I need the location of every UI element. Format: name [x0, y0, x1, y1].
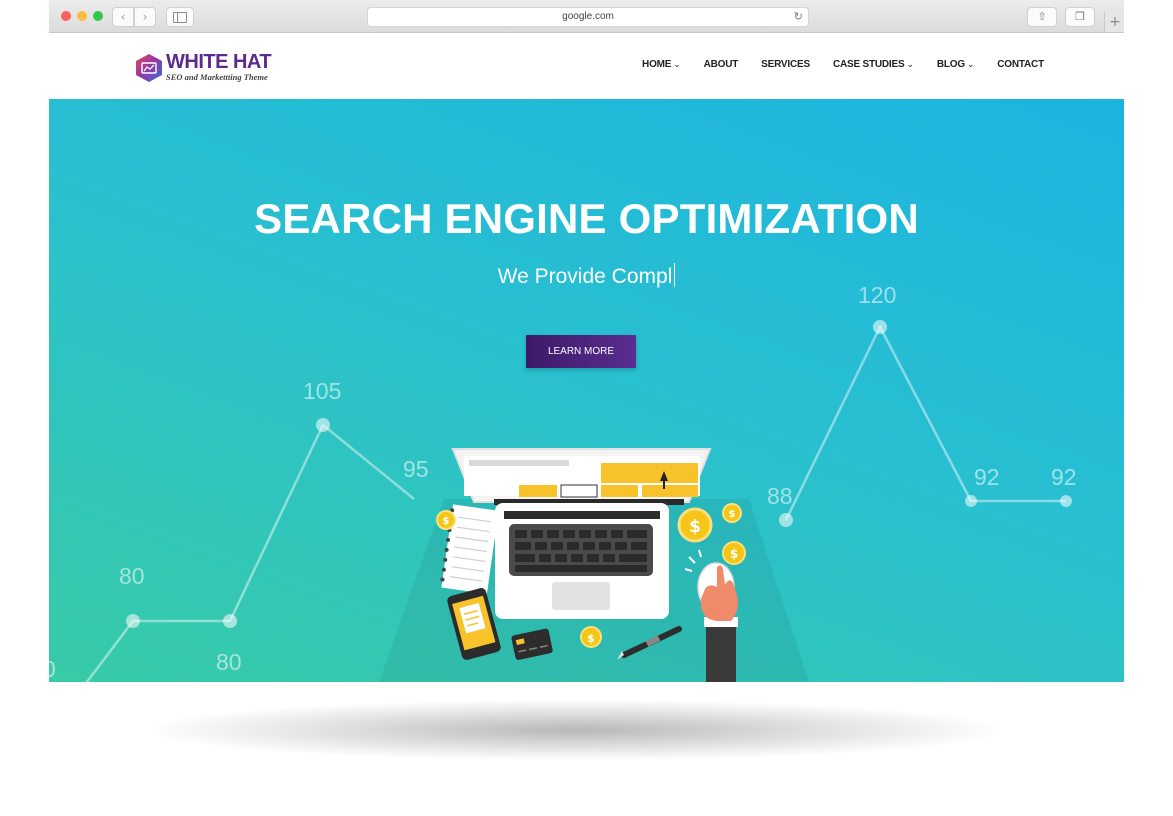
menu-item-contact[interactable]: CONTACT	[997, 59, 1044, 70]
chevron-down-icon: ⌄	[966, 59, 975, 69]
svg-text:$: $	[587, 632, 595, 645]
forward-button[interactable]: ›	[134, 7, 156, 27]
menu-item-case-studies[interactable]: CASE STUDIES ⌄	[833, 59, 914, 70]
chevron-left-icon: ‹	[120, 10, 126, 24]
chevron-down-icon: ⌄	[906, 59, 914, 69]
new-tab-button[interactable]: +	[1104, 12, 1124, 32]
menu-item-label: HOME	[642, 59, 672, 70]
share-icon: ⇧	[1037, 10, 1047, 23]
menu-item-about[interactable]: ABOUT	[704, 59, 739, 70]
address-bar[interactable]: google.com ↻	[367, 7, 809, 27]
chevron-down-icon: ⌄	[673, 59, 681, 69]
menu-item-label: CASE STUDIES	[832, 59, 905, 70]
laptop-screen	[451, 448, 712, 505]
menu-item-blog[interactable]: BLOG ⌄	[936, 59, 975, 70]
menu-item-label: CONTACT	[997, 59, 1044, 70]
svg-text:$: $	[443, 516, 450, 527]
site-header: WHITE HAT SEO and Markettting Theme HOME…	[49, 33, 1124, 99]
browser-toolbar: ‹ › google.com ↻ ⇧ ❐ +	[49, 0, 1124, 33]
laptop-illustration: $ $ $ $ $	[379, 448, 809, 682]
logo-subtitle: SEO and Markettting Theme	[166, 72, 268, 82]
svg-text:$: $	[689, 517, 701, 537]
svg-text:$: $	[730, 547, 738, 561]
url-text: google.com	[562, 11, 614, 22]
main-menu: HOME ⌄ ABOUT SERVICES CASE STUDIES ⌄ BLOG ⌄…	[619, 59, 1044, 70]
close-window-button[interactable]	[61, 11, 71, 21]
logo-title: WHITE HAT	[166, 51, 272, 73]
menu-item-label: ABOUT	[703, 59, 739, 70]
menu-item-label: SERVICES	[761, 59, 810, 70]
logo-hexagon-icon	[136, 54, 162, 82]
hero-section: 0 80 80 105 95 88 120 92 92 SEARCH ENGIN…	[49, 99, 1124, 682]
back-button[interactable]: ‹	[112, 7, 134, 27]
minimize-window-button[interactable]	[77, 11, 87, 21]
sidebar-toggle-button[interactable]	[166, 7, 194, 27]
svg-text:$: $	[729, 509, 736, 520]
site-logo[interactable]: WHITE HAT SEO and Markettting Theme	[135, 51, 275, 85]
chevron-right-icon: ›	[142, 10, 148, 24]
menu-item-label: BLOG	[936, 59, 965, 70]
laptop-base	[495, 503, 669, 619]
zoom-window-button[interactable]	[93, 11, 103, 21]
browser-window: ‹ › google.com ↻ ⇧ ❐ + WHITE HAT SEO and…	[49, 0, 1124, 682]
show-tabs-button[interactable]: ❐	[1065, 7, 1095, 27]
reload-icon[interactable]: ↻	[794, 8, 803, 26]
tabs-icon: ❐	[1075, 10, 1085, 23]
menu-item-services[interactable]: SERVICES	[761, 59, 810, 70]
window-drop-shadow	[150, 700, 1000, 760]
menu-item-home[interactable]: HOME ⌄	[642, 59, 681, 70]
plus-icon: +	[1109, 14, 1121, 30]
sidebar-icon	[173, 12, 187, 23]
share-button[interactable]: ⇧	[1027, 7, 1057, 27]
